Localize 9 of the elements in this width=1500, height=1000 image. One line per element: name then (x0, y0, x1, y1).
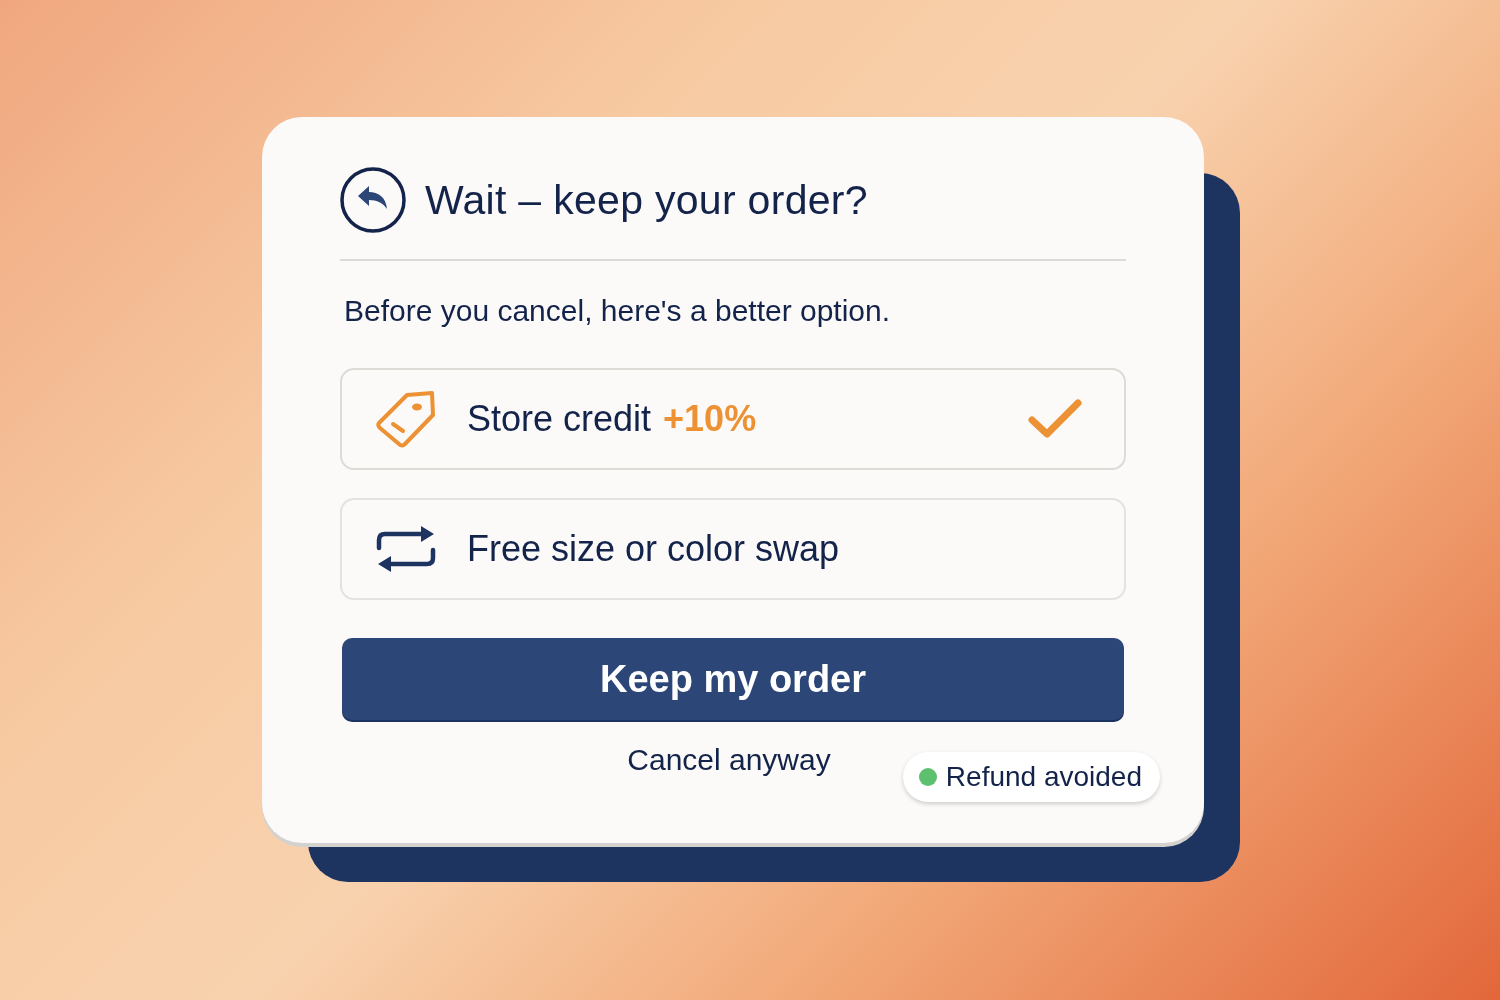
option-card[interactable]: Store credit +10% (340, 368, 1126, 470)
option-card[interactable]: Free size or color swap (340, 498, 1126, 600)
status-text: Refund avoided (945, 760, 1142, 794)
dialog-title: Wait – keep your order? (425, 176, 868, 225)
cancel-link[interactable]: Cancel anyway (627, 742, 839, 778)
keep-order-button[interactable]: Keep my order (342, 638, 1124, 720)
subtitle-text: Before you cancel, here's a better option. (344, 294, 891, 327)
tag-icon (375, 390, 437, 448)
repeat-arrows-icon (375, 524, 437, 574)
